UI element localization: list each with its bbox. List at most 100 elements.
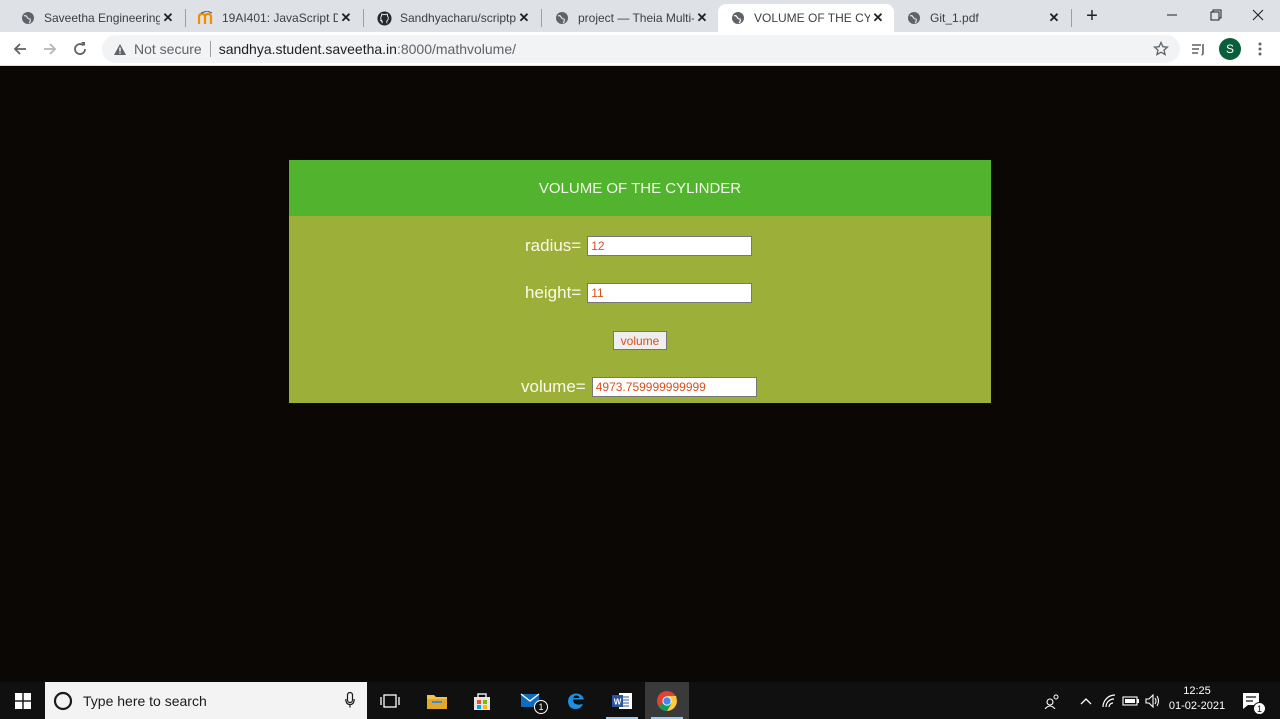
edge-browser-icon xyxy=(568,692,584,709)
globe-icon xyxy=(730,10,746,26)
svg-text:W: W xyxy=(614,697,622,706)
tab-title: Sandhyacharu/scriptpro xyxy=(400,11,516,25)
tab-saveetha[interactable]: Saveetha Engineering C ✕ xyxy=(8,4,184,32)
cortana-icon xyxy=(53,691,73,711)
moodle-icon xyxy=(198,10,214,26)
restore-icon xyxy=(1210,9,1222,21)
page-viewport: VOLUME OF THE CYLINDER radius= height= v… xyxy=(0,67,1280,682)
browser-toolbar: Not secure sandhya.student.saveetha.in :… xyxy=(0,32,1280,66)
close-window-button[interactable] xyxy=(1236,0,1280,30)
tab-title: project — Theia Multi-L xyxy=(578,11,694,25)
tab-title: 19AI401: JavaScript Dev xyxy=(222,11,338,25)
clock-time: 12:25 xyxy=(1183,685,1211,697)
reload-icon xyxy=(74,42,86,55)
reload-button[interactable] xyxy=(67,36,93,62)
url-host: sandhya.student.saveetha.in xyxy=(218,41,397,57)
mail-button[interactable]: 1 xyxy=(510,682,554,719)
volume-button-tray[interactable] xyxy=(1142,682,1164,719)
url-path: :8000/mathvolume/ xyxy=(396,41,517,57)
close-icon[interactable]: ✕ xyxy=(160,10,176,26)
clock[interactable]: 12:25 01-02-2021 xyxy=(1166,684,1228,717)
volume-output[interactable] xyxy=(591,377,757,397)
folder-icon xyxy=(427,694,447,709)
tab-javascript[interactable]: 19AI401: JavaScript Dev ✕ xyxy=(186,4,362,32)
tab-title: Saveetha Engineering C xyxy=(44,11,160,25)
show-hidden-icons-button[interactable] xyxy=(1076,682,1096,719)
close-icon[interactable]: ✕ xyxy=(516,10,532,26)
start-button[interactable] xyxy=(0,682,45,719)
speaker-icon xyxy=(1145,693,1160,708)
height-row: height= xyxy=(525,283,753,303)
bookmark-star-icon[interactable] xyxy=(1152,40,1170,58)
radius-row: radius= xyxy=(525,236,753,256)
profile-button[interactable]: S xyxy=(1217,36,1243,62)
file-explorer-button[interactable] xyxy=(415,682,459,719)
globe-icon xyxy=(906,10,922,26)
restore-button[interactable] xyxy=(1194,0,1238,30)
tab-strip: Saveetha Engineering C ✕ 19AI401: JavaSc… xyxy=(0,0,1280,32)
wifi-icon xyxy=(1102,693,1116,707)
menu-button[interactable] xyxy=(1250,36,1270,62)
search-placeholder: Type here to search xyxy=(83,692,207,709)
back-button[interactable] xyxy=(7,36,33,62)
address-bar[interactable]: Not secure sandhya.student.saveetha.in :… xyxy=(102,35,1180,63)
chrome-icon xyxy=(657,690,677,711)
store-button[interactable] xyxy=(460,682,504,719)
tab-git-pdf[interactable]: Git_1.pdf ✕ xyxy=(894,4,1070,32)
battery-button[interactable] xyxy=(1120,682,1142,719)
volume-button[interactable]: volume xyxy=(613,331,667,350)
page-title: VOLUME OF THE CYLINDER xyxy=(289,160,991,216)
radius-input[interactable] xyxy=(587,236,753,256)
word-button[interactable]: W xyxy=(600,682,644,719)
store-bag-icon xyxy=(474,692,490,710)
forward-button[interactable] xyxy=(37,36,63,62)
close-window-icon xyxy=(1252,9,1264,21)
chrome-button[interactable] xyxy=(645,682,689,719)
minimize-button[interactable] xyxy=(1150,0,1194,30)
tab-volume-cylinder[interactable]: VOLUME OF THE CYLIN ✕ xyxy=(718,4,894,32)
close-icon[interactable]: ✕ xyxy=(694,10,710,26)
notification-badge: 1 xyxy=(1253,702,1266,715)
clock-date: 01-02-2021 xyxy=(1168,700,1226,712)
close-icon[interactable]: ✕ xyxy=(338,10,354,26)
battery-icon xyxy=(1122,695,1139,706)
windows-logo-icon xyxy=(14,692,31,709)
task-view-icon xyxy=(380,693,400,708)
close-icon[interactable]: ✕ xyxy=(1046,10,1062,26)
security-label[interactable]: Not secure xyxy=(134,41,202,57)
reading-list-icon xyxy=(1192,44,1204,56)
people-button[interactable] xyxy=(1040,682,1064,719)
avatar: S xyxy=(1219,38,1241,60)
tab-github[interactable]: Sandhyacharu/scriptpro ✕ xyxy=(364,4,540,32)
word-icon: W xyxy=(612,692,632,709)
height-label: height= xyxy=(525,283,582,302)
minimize-icon xyxy=(1167,14,1177,16)
globe-icon xyxy=(554,10,570,26)
tab-title: Git_1.pdf xyxy=(930,11,979,25)
people-icon xyxy=(1044,694,1059,709)
kebab-menu-icon xyxy=(1258,42,1262,56)
close-icon[interactable]: ✕ xyxy=(870,10,886,26)
tab-theia[interactable]: project — Theia Multi-L ✕ xyxy=(542,4,718,32)
tab-title: VOLUME OF THE CYLIN xyxy=(754,11,870,25)
taskbar-search[interactable]: Type here to search xyxy=(45,682,367,719)
edge-button[interactable] xyxy=(554,682,598,719)
cylinder-form-panel: VOLUME OF THE CYLINDER radius= height= v… xyxy=(289,160,991,403)
radius-label: radius= xyxy=(525,236,582,255)
height-input[interactable] xyxy=(587,283,753,303)
github-icon xyxy=(376,10,392,26)
microphone-icon[interactable] xyxy=(345,692,355,708)
globe-icon xyxy=(20,10,36,26)
task-view-button[interactable] xyxy=(368,682,412,719)
forward-arrow-icon xyxy=(44,43,57,55)
mail-badge: 1 xyxy=(534,700,548,714)
tab-separator xyxy=(1071,9,1072,27)
network-button[interactable] xyxy=(1098,682,1120,719)
divider xyxy=(209,41,211,57)
action-center-button[interactable]: 1 xyxy=(1236,682,1266,719)
volume-label: volume= xyxy=(521,377,586,396)
new-tab-button[interactable]: + xyxy=(1081,5,1103,27)
reading-list-button[interactable] xyxy=(1187,36,1211,62)
taskbar: Type here to search 1 W 12:25 01-02-2021… xyxy=(0,682,1280,719)
warning-icon[interactable] xyxy=(112,41,128,57)
